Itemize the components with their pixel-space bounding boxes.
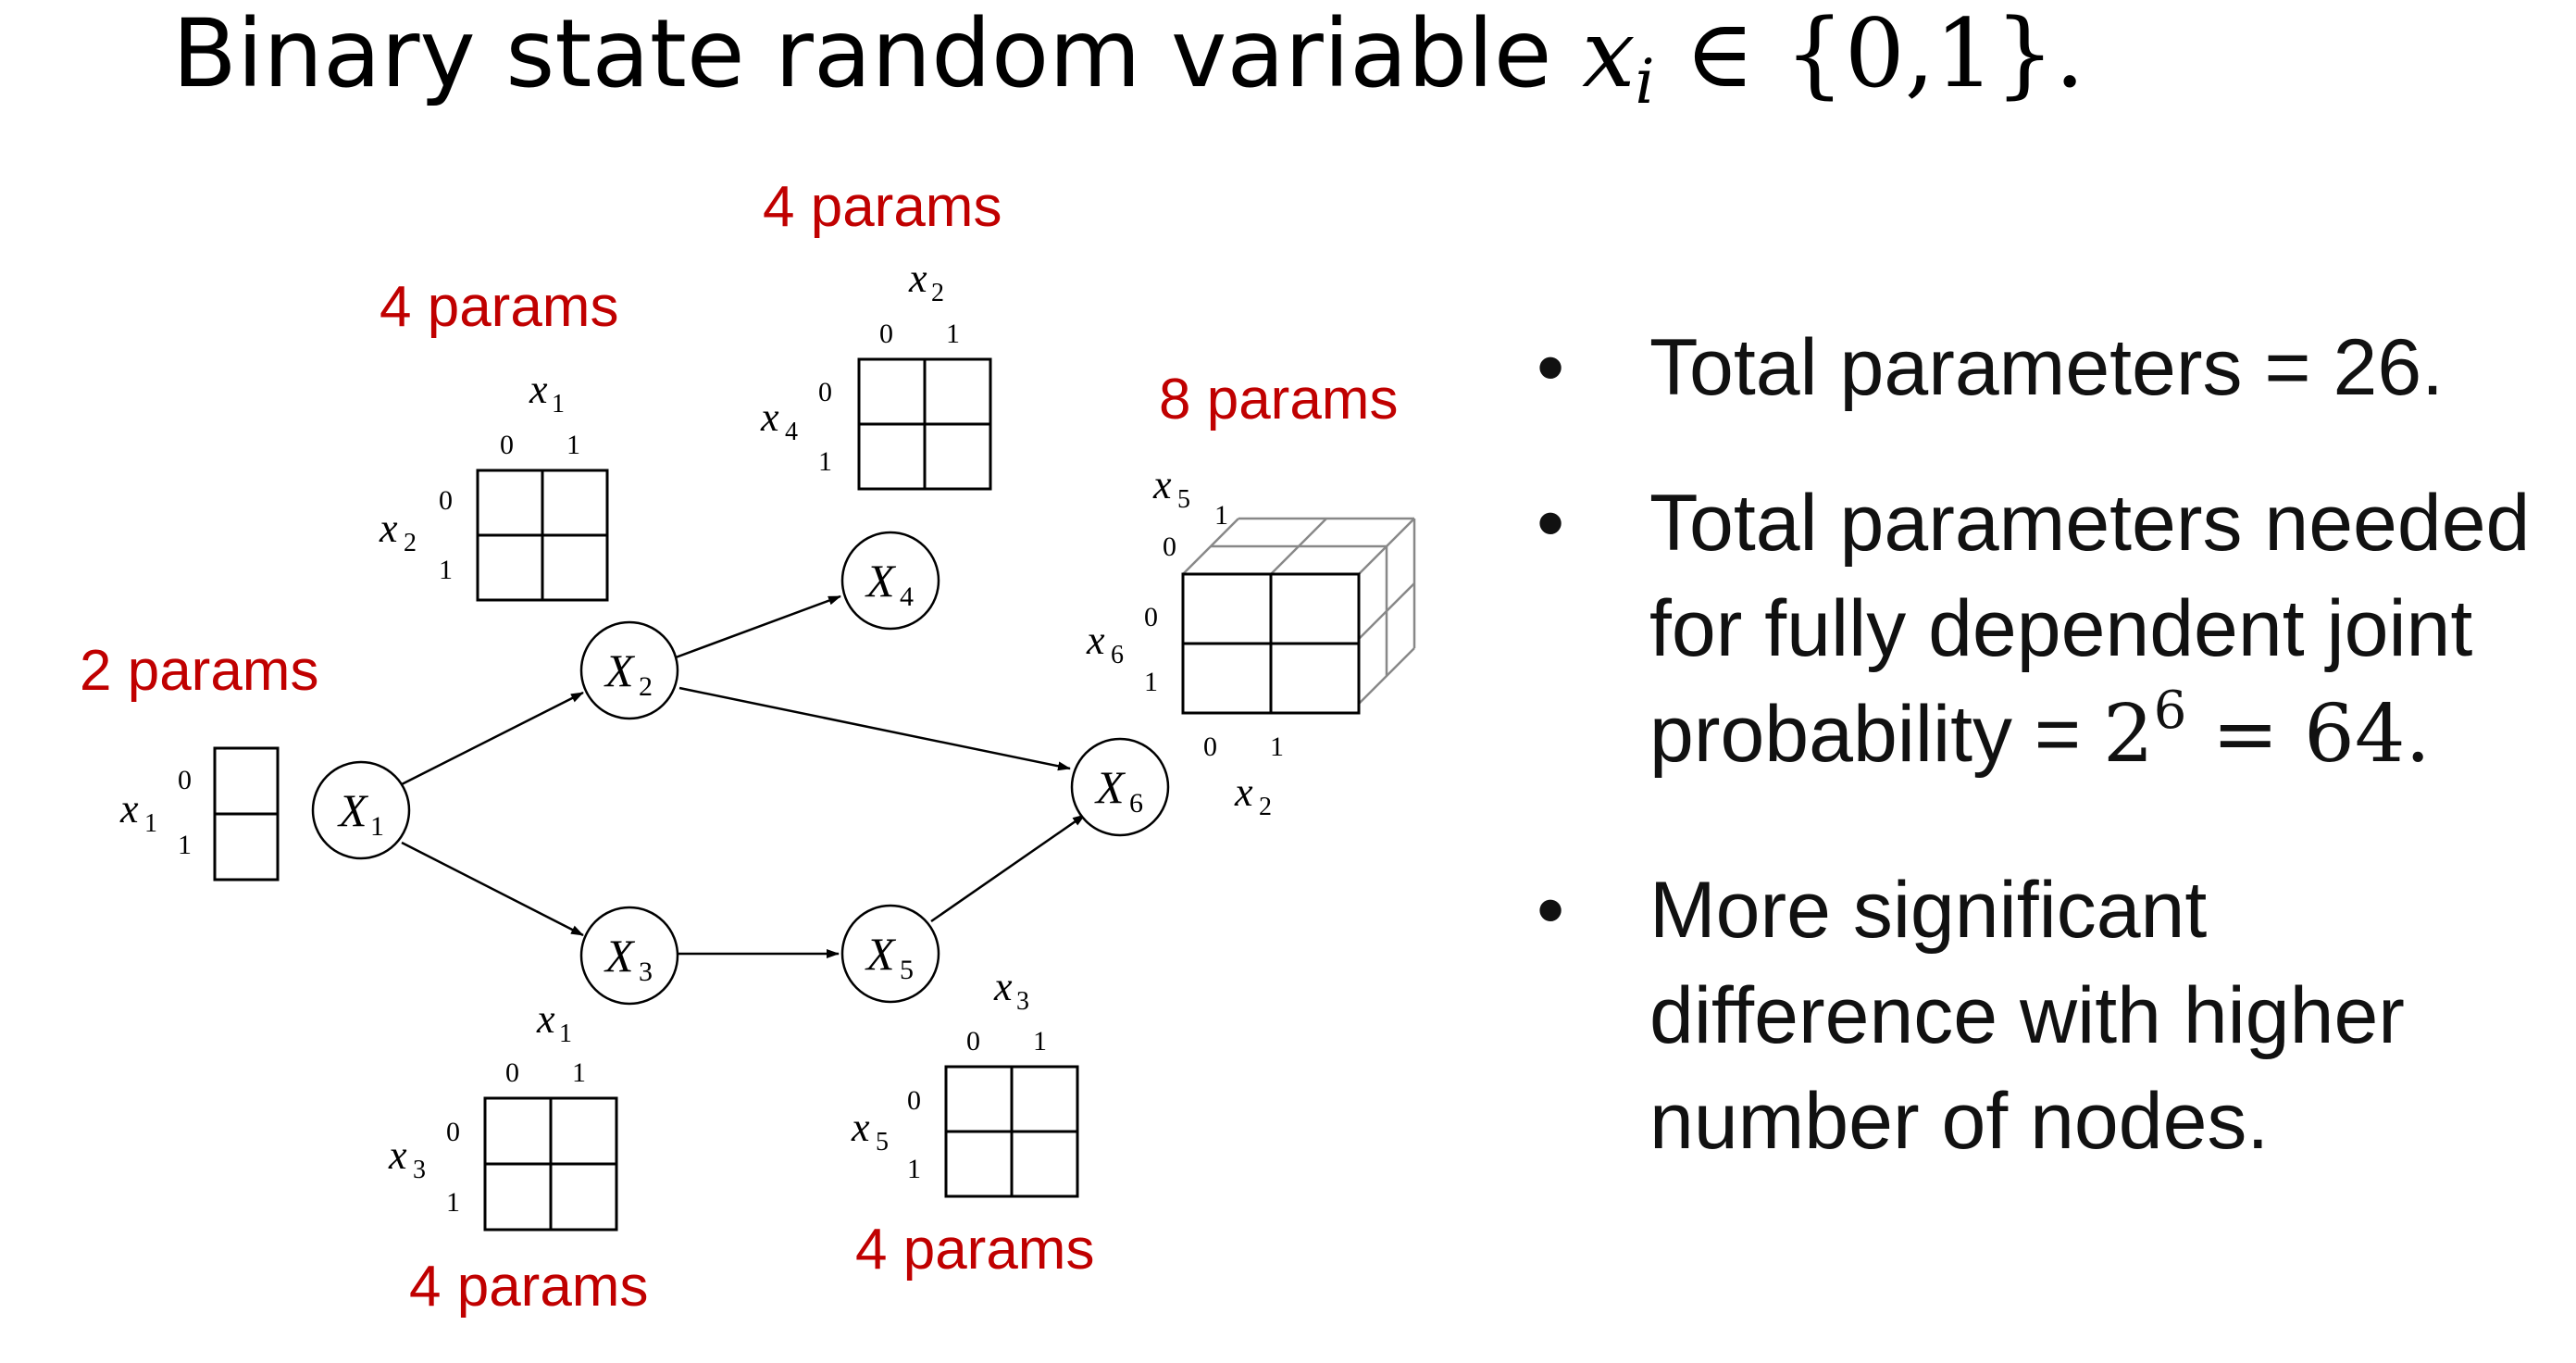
power-result: = 64. [2186, 688, 2431, 781]
cpt-x2-row-var-sub: 2 [404, 529, 417, 557]
cpt-x6-depth1: 1 [1214, 500, 1228, 531]
cpt-x5-row-var: x [851, 1105, 870, 1150]
edge-x1-x3 [401, 841, 584, 937]
cpt-x6-row-var-sub: 6 [1111, 641, 1124, 669]
cpt-x6-depth-var: x [1152, 462, 1172, 507]
edge-x1-x2 [401, 691, 584, 786]
bullet-text-1: Total parameters = 26. [1649, 323, 2445, 412]
cpt-x4-col1: 1 [946, 319, 960, 349]
cpt-x4-col-var: x [908, 256, 927, 301]
node-x5-label: X [865, 928, 897, 980]
cpt-x3-col-var-sub: 1 [559, 1019, 572, 1048]
cpt-x6-row1: 1 [1144, 667, 1158, 697]
cpt-x1-var-sub: 1 [144, 809, 157, 838]
node-x5-sub: 5 [900, 955, 914, 985]
node-x2-sub: 2 [639, 671, 653, 702]
node-x5: X 5 [840, 904, 940, 1004]
edge-x2-x4 [675, 594, 841, 659]
params-label-x1: 2 params [80, 639, 318, 703]
cpt-x3-col1: 1 [572, 1057, 586, 1088]
cpt-x6-col-var: x [1234, 769, 1253, 815]
cpt-x4 [857, 357, 992, 491]
node-x1-sub: 1 [370, 811, 384, 842]
power-base: 2 [2103, 688, 2154, 781]
cpt-x3 [483, 1096, 618, 1232]
cpt-x5-row1: 1 [907, 1154, 921, 1184]
params-label-x6: 8 params [1159, 368, 1398, 431]
cpt-x5 [944, 1065, 1079, 1198]
cpt-x2-col-var-sub: 1 [552, 390, 565, 419]
cpt-x6-cube [1181, 517, 1416, 715]
power-exp: 6 [2153, 681, 2187, 741]
node-x3: X 3 [579, 906, 679, 1006]
edge-x2-x6 [678, 686, 1071, 771]
cpt-x6-col1: 1 [1270, 732, 1284, 762]
cpt-x4-col-var-sub: 2 [931, 279, 944, 307]
cpt-x2-col-var: x [529, 367, 548, 412]
node-x4-label: X [865, 555, 897, 606]
cpt-x2-row1: 1 [439, 555, 453, 585]
cpt-x5-col-var-sub: 3 [1016, 987, 1029, 1016]
cpt-x4-row-var: x [760, 394, 779, 440]
cpt-x5-row-var-sub: 5 [876, 1128, 889, 1157]
params-label-x3: 4 params [409, 1255, 648, 1319]
cpt-x2-row-var: x [379, 506, 398, 551]
node-x2-label: X [604, 644, 636, 696]
cpt-x1-row0: 0 [178, 765, 192, 795]
cpt-x2-col0: 0 [500, 430, 514, 460]
bullet-text-3: More significant difference with higher … [1649, 866, 2405, 1166]
cpt-x4-col0: 0 [879, 319, 893, 349]
node-x1-label: X [337, 784, 369, 836]
bullet-dot: • [1537, 866, 1565, 955]
node-x2: X 2 [579, 620, 679, 720]
cpt-x3-row1: 1 [446, 1187, 460, 1218]
edge-x5-x6 [930, 813, 1086, 923]
cpt-x3-col-var: x [536, 996, 555, 1042]
node-x3-sub: 3 [639, 957, 653, 987]
node-x1: X 1 [311, 760, 411, 860]
cpt-x6-row0: 0 [1144, 602, 1158, 632]
cpt-x5-col-var: x [993, 964, 1013, 1009]
cpt-x3-row-var: x [388, 1132, 407, 1178]
cpt-x2 [476, 469, 609, 602]
node-x6-sub: 6 [1129, 788, 1143, 819]
node-x4-sub: 4 [900, 581, 914, 612]
cpt-x5-row0: 0 [907, 1085, 921, 1116]
node-x6-label: X [1094, 761, 1126, 813]
bullet-dot: • [1537, 323, 1565, 412]
cpt-x3-row-var-sub: 3 [413, 1156, 426, 1184]
edges [401, 594, 1086, 958]
cpt-x3-col0: 0 [505, 1057, 519, 1088]
cpt-x4-row0: 0 [818, 377, 832, 407]
cpt-x6-row-var: x [1086, 618, 1105, 663]
bullet-text-2-power: 26 = 64. [2103, 685, 2431, 782]
cpt-x6-col0: 0 [1203, 732, 1217, 762]
cpt-x3-row0: 0 [446, 1117, 460, 1147]
node-x6: X 6 [1070, 737, 1170, 837]
cpt-x1-row1: 1 [178, 830, 192, 860]
params-label-x4: 4 params [763, 175, 1002, 239]
bullet-dot: • [1537, 479, 1565, 568]
cpt-x6-depth-var-sub: 5 [1177, 485, 1190, 514]
params-label-x2: 4 params [380, 275, 618, 339]
cpt-x2-row0: 0 [439, 485, 453, 516]
cpt-x6-depth0: 0 [1163, 531, 1176, 562]
cpt-x5-col1: 1 [1033, 1026, 1047, 1057]
cpt-x4-row1: 1 [818, 446, 832, 477]
cpt-x1 [213, 746, 280, 882]
bullet-text-2: Total parameters needed for fully depend… [1649, 470, 2557, 787]
cpt-x6-col-var-sub: 2 [1259, 793, 1272, 821]
node-x3-label: X [604, 930, 636, 982]
node-x4: X 4 [840, 531, 940, 631]
cpt-x2-col1: 1 [566, 430, 580, 460]
cpt-x5-col0: 0 [966, 1026, 980, 1057]
cpt-x4-row-var-sub: 4 [785, 418, 798, 446]
cpt-x1-var: x [119, 786, 139, 832]
params-label-x5: 4 params [855, 1218, 1094, 1282]
